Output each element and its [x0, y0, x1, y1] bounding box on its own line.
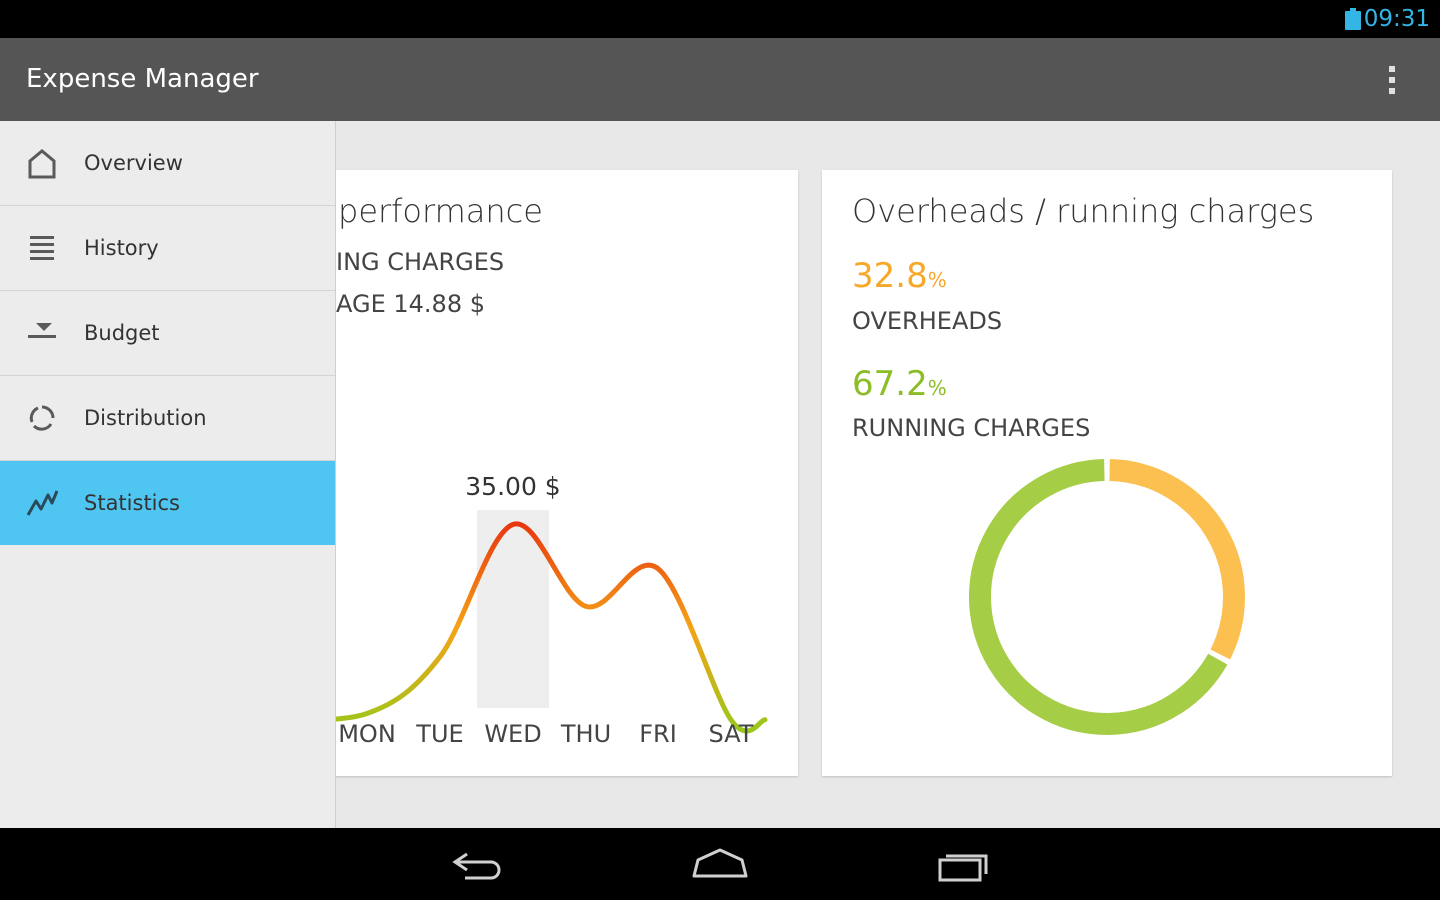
drawer-item-statistics[interactable]: Statistics: [0, 461, 335, 545]
drawer-item-budget[interactable]: Budget: [0, 291, 335, 376]
highlight-value-label: 35.00 $: [465, 472, 560, 501]
drawer-item-label: Budget: [84, 321, 160, 345]
back-icon[interactable]: [445, 846, 509, 884]
list-icon: [30, 236, 54, 260]
budget-icon: [28, 323, 56, 338]
drawer-item-label: History: [84, 236, 159, 260]
drawer-item-overview[interactable]: Overview: [0, 121, 335, 206]
overheads-card[interactable]: Overheads / running charges 32.8% OVERHE…: [822, 170, 1392, 776]
overheads-slice: [1109, 459, 1245, 660]
status-clock: 09:31: [1363, 6, 1430, 32]
app-title: Expense Manager: [26, 64, 259, 94]
navigation-drawer: Overview History Budget Distribution Sta…: [0, 121, 336, 828]
running-label: RUNNING CHARGES: [852, 414, 1091, 442]
running-percent: 67.2%: [852, 364, 947, 404]
system-nav-bar: [0, 828, 1440, 900]
home-nav-icon[interactable]: [688, 846, 752, 884]
drawer-item-distribution[interactable]: Distribution: [0, 376, 335, 461]
overflow-menu-icon[interactable]: [1378, 62, 1406, 98]
drawer-item-label: Overview: [84, 151, 183, 175]
x-tick-label: THU: [560, 720, 611, 748]
status-bar: 09:31: [0, 0, 1440, 38]
donut-chart: [969, 459, 1245, 735]
statistics-icon: [26, 490, 58, 516]
recents-icon[interactable]: [932, 846, 996, 884]
battery-icon: [1345, 8, 1361, 30]
x-tick-label: TUE: [415, 720, 463, 748]
overheads-card-title: Overheads / running charges: [852, 192, 1315, 230]
overheads-percent: 32.8%: [852, 256, 947, 296]
x-tick-label: WED: [484, 720, 541, 748]
distribution-icon: [29, 405, 55, 431]
action-bar: Expense Manager: [0, 38, 1440, 121]
overheads-label: OVERHEADS: [852, 307, 1003, 335]
home-icon: [28, 149, 56, 179]
x-tick-label: MON: [338, 720, 396, 748]
drawer-item-label: Statistics: [84, 491, 180, 515]
x-tick-label: FRI: [639, 720, 677, 748]
x-tick-label: SAT: [709, 720, 754, 748]
x-axis-ticks: MON TUE WED THU FRI SAT: [338, 720, 754, 748]
drawer-item-label: Distribution: [84, 406, 207, 430]
drawer-item-history[interactable]: History: [0, 206, 335, 291]
